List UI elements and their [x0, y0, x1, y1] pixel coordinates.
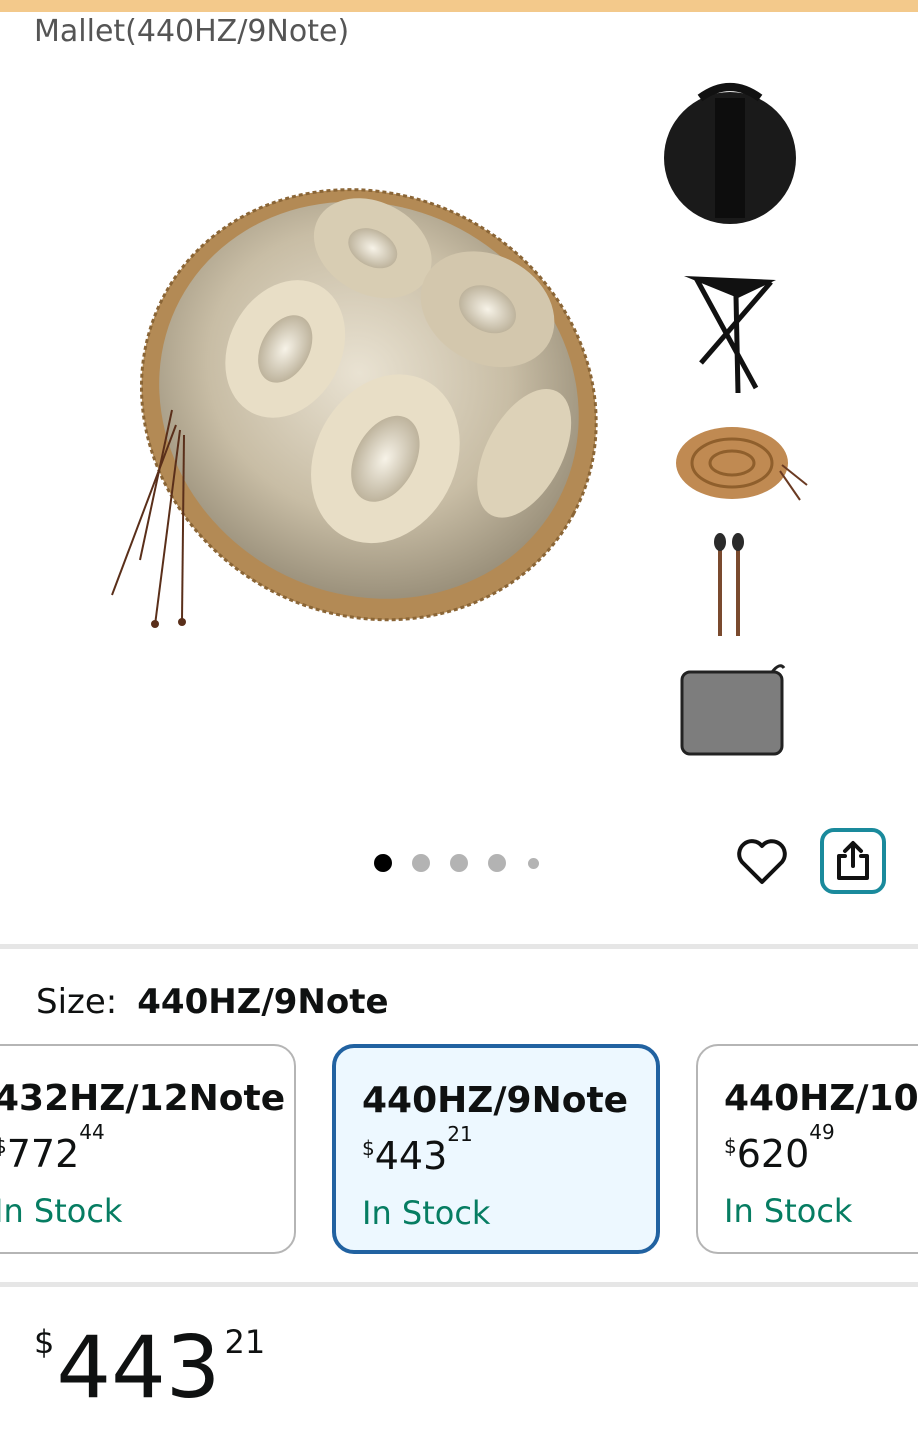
- heart-icon[interactable]: [734, 834, 790, 890]
- pagination-dot[interactable]: [450, 854, 468, 872]
- thumbnail-backpack[interactable]: [660, 78, 800, 228]
- image-pagination[interactable]: [372, 852, 552, 874]
- size-option-price: $44321: [362, 1122, 473, 1178]
- size-label: Size: 440HZ/9Note: [36, 982, 389, 1022]
- size-label-key: Size:: [36, 982, 118, 1022]
- price-dollars: 443: [56, 1318, 221, 1418]
- section-divider: [0, 1282, 918, 1287]
- pagination-dot[interactable]: [528, 858, 539, 869]
- thumbnail-rope-strap[interactable]: [672, 415, 812, 515]
- thumbnail-cleaning-cloth[interactable]: [676, 660, 794, 760]
- thumbnail-mallets[interactable]: [700, 530, 760, 640]
- section-divider: [0, 944, 918, 949]
- size-option-stock: In Stock: [0, 1192, 123, 1230]
- share-icon: [837, 841, 869, 880]
- size-label-value: 440HZ/9Note: [137, 982, 389, 1022]
- price-cents: 21: [224, 1323, 266, 1361]
- size-option-stock: In Stock: [362, 1194, 491, 1232]
- main-product-image[interactable]: [100, 140, 620, 660]
- size-option-card[interactable]: 440HZ/10Note $62049 In Stock: [696, 1044, 918, 1254]
- pagination-dot-active[interactable]: [374, 854, 392, 872]
- pagination-dot[interactable]: [488, 854, 506, 872]
- product-price: $443 21: [34, 1325, 265, 1411]
- size-option-price: $77244: [0, 1120, 105, 1176]
- share-button[interactable]: [820, 828, 886, 894]
- size-option-price: $62049: [724, 1120, 835, 1176]
- size-option-card[interactable]: 432HZ/12Note $77244 In Stock: [0, 1044, 296, 1254]
- price-currency: $: [34, 1323, 55, 1361]
- size-option-name: 432HZ/12Note: [0, 1078, 286, 1119]
- pagination-dot[interactable]: [412, 854, 430, 872]
- thumbnail-folding-stool[interactable]: [676, 268, 786, 398]
- size-option-name: 440HZ/10Note: [724, 1078, 918, 1119]
- size-option-name: 440HZ/9Note: [362, 1080, 629, 1121]
- size-option-stock: In Stock: [724, 1192, 853, 1230]
- size-option-card-selected[interactable]: 440HZ/9Note $44321 In Stock: [332, 1044, 660, 1254]
- product-title-fragment: Mallet(440HZ/9Note): [34, 14, 350, 49]
- top-strip: [0, 0, 918, 12]
